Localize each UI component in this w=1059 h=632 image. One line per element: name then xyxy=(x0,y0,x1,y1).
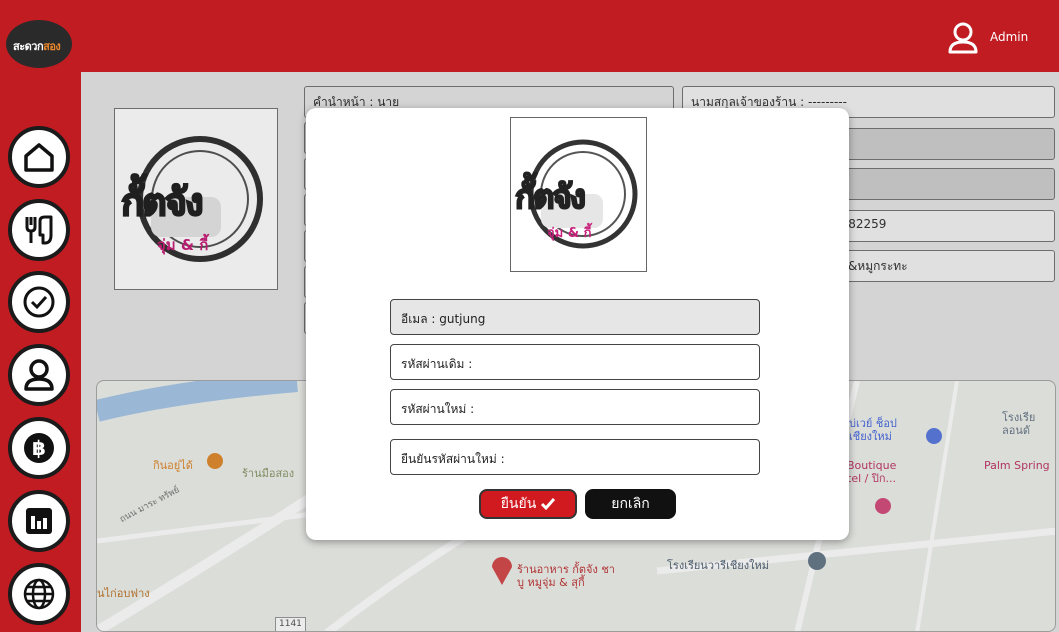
modal-logo-title: กั้ตจัง xyxy=(514,176,587,217)
brand-accent: สอง xyxy=(43,40,61,53)
confirm-button-label: ยืนยัน xyxy=(500,496,537,512)
nav-orders[interactable] xyxy=(8,271,70,333)
svg-text:฿: ฿ xyxy=(32,436,46,460)
email-field: อีเมล : gutjung xyxy=(390,299,760,335)
nav-menu[interactable] xyxy=(8,199,70,261)
confirm-password-field[interactable]: ยืนยันรหัสผ่านใหม่ : xyxy=(390,439,760,475)
new-password-field[interactable]: รหัสผ่านใหม่ : xyxy=(390,389,760,425)
nav-profile[interactable] xyxy=(8,344,70,406)
chart-icon xyxy=(26,508,52,534)
change-password-modal: กั้ตจัง จุ่ม & กี้ อีเมล : gutjung รหัสผ… xyxy=(306,108,849,540)
nav-home[interactable] xyxy=(8,126,70,188)
checkmark-icon xyxy=(541,498,556,510)
modal-logo-card: กั้ตจัง จุ่ม & กี้ xyxy=(510,117,647,272)
modal-logo-subtitle: จุ่ม & กี้ xyxy=(547,226,592,241)
menu-food-icon xyxy=(25,215,53,245)
header: สะดวกสอง Admin xyxy=(0,0,1059,72)
confirm-button[interactable]: ยืนยัน xyxy=(479,489,577,519)
cancel-button[interactable]: ยกเลิก xyxy=(585,489,676,519)
user-icon[interactable] xyxy=(948,22,978,54)
user-icon xyxy=(24,359,54,391)
nav-payment[interactable]: ฿ xyxy=(8,417,70,479)
globe-icon xyxy=(23,578,55,610)
bitcoin-icon: ฿ xyxy=(24,433,54,463)
check-circle-icon xyxy=(23,286,55,318)
old-password-field[interactable]: รหัสผ่านเดิม : xyxy=(390,344,760,380)
app-root: สะดวกสอง Admin ฿ กั้ตจัง จุ่ม & กี้ คำนำ… xyxy=(0,0,1059,632)
home-icon xyxy=(24,143,54,172)
brand-logo[interactable]: สะดวกสอง xyxy=(6,20,72,68)
nav-report[interactable] xyxy=(8,490,70,552)
nav-language[interactable] xyxy=(8,563,70,625)
brand-main: สะดวก xyxy=(13,40,44,53)
admin-label[interactable]: Admin xyxy=(990,30,1028,44)
